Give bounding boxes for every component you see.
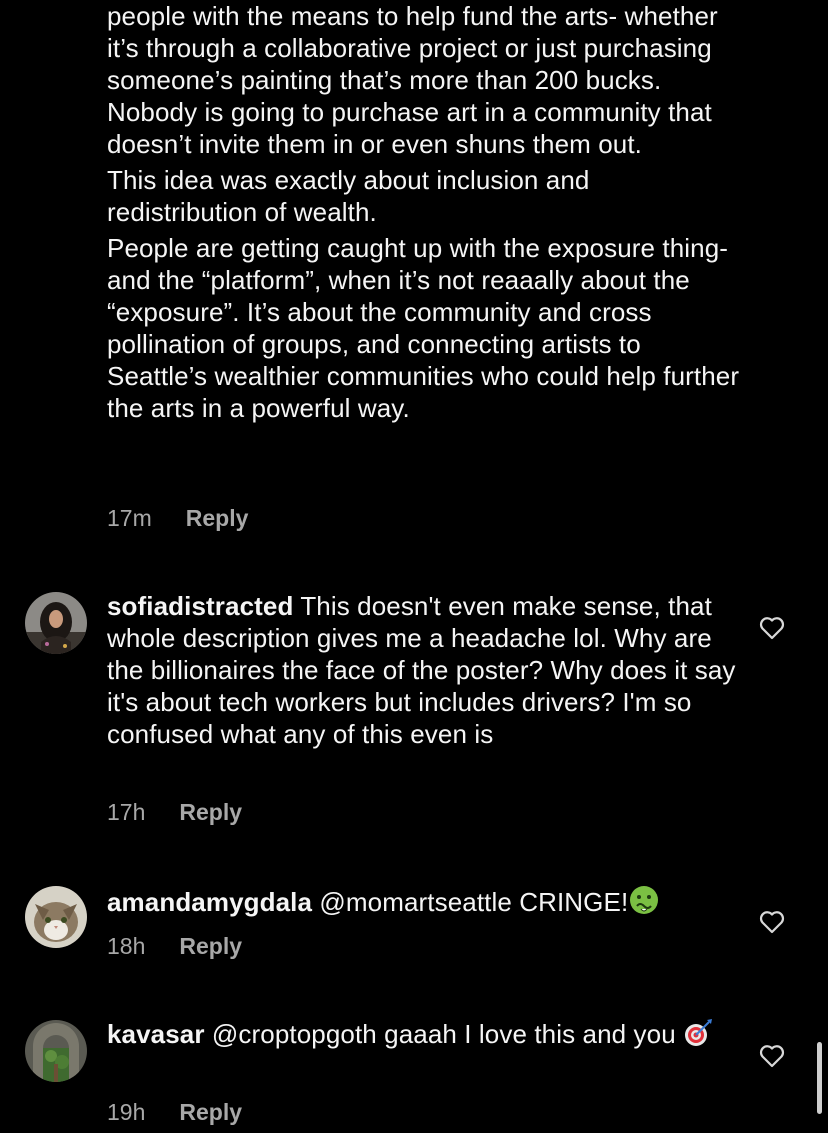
avatar[interactable] bbox=[25, 1020, 87, 1082]
reply-button[interactable]: Reply bbox=[179, 799, 242, 826]
avatar-stone-arch-garden bbox=[25, 1020, 87, 1082]
comment-meta: 17h Reply bbox=[107, 799, 242, 826]
comment-text: gaaah I love this and you bbox=[384, 1019, 676, 1049]
comment-timestamp: 19h bbox=[107, 1099, 146, 1125]
reply-button[interactable]: Reply bbox=[179, 933, 242, 960]
avatar[interactable] bbox=[25, 592, 87, 654]
reply-button[interactable]: Reply bbox=[179, 1099, 242, 1126]
heart-outline-icon[interactable] bbox=[759, 616, 785, 640]
direct-hit-emoji bbox=[685, 1019, 713, 1046]
comment-meta: 17m Reply bbox=[107, 505, 248, 532]
comment-timestamp: 17h bbox=[107, 799, 146, 825]
avatar[interactable] bbox=[25, 886, 87, 948]
comment-mention[interactable]: @croptopgoth bbox=[212, 1019, 377, 1049]
avatar-cat bbox=[25, 886, 87, 948]
comment-timestamp: 17m bbox=[107, 505, 152, 531]
avatar-woman-dark-hair bbox=[25, 592, 87, 654]
nauseated-face-emoji bbox=[630, 886, 659, 914]
comment-username[interactable]: sofiadistracted bbox=[107, 591, 293, 621]
reply-button[interactable]: Reply bbox=[186, 505, 249, 532]
comment-paragraph: People are getting caught up with the ex… bbox=[107, 233, 740, 423]
heart-outline-icon[interactable] bbox=[759, 910, 785, 934]
comment-mention[interactable]: @momartseattle bbox=[319, 887, 512, 917]
comment-username[interactable]: amandamygdala bbox=[107, 887, 312, 917]
comment-meta: 19h Reply bbox=[107, 1099, 242, 1126]
comment-body: sofiadistracted This doesn't even make s… bbox=[107, 590, 747, 750]
heart-outline-icon[interactable] bbox=[759, 1044, 785, 1068]
comment-paragraph: This idea was exactly about inclusion an… bbox=[107, 165, 590, 227]
comment-paragraph: people with the means to help fund the a… bbox=[107, 1, 718, 159]
comment-body: kavasar @croptopgoth gaaah I love this a… bbox=[107, 1018, 747, 1050]
comment-body: amandamygdala @momartseattle CRINGE! bbox=[107, 884, 747, 918]
comment-timestamp: 18h bbox=[107, 933, 146, 959]
scrollbar[interactable] bbox=[817, 1042, 822, 1114]
comment-body: people with the means to help fund the a… bbox=[107, 0, 747, 424]
comment-meta: 18h Reply bbox=[107, 933, 242, 960]
comment-username[interactable]: kavasar bbox=[107, 1019, 205, 1049]
comment-text: CRINGE! bbox=[519, 887, 629, 917]
